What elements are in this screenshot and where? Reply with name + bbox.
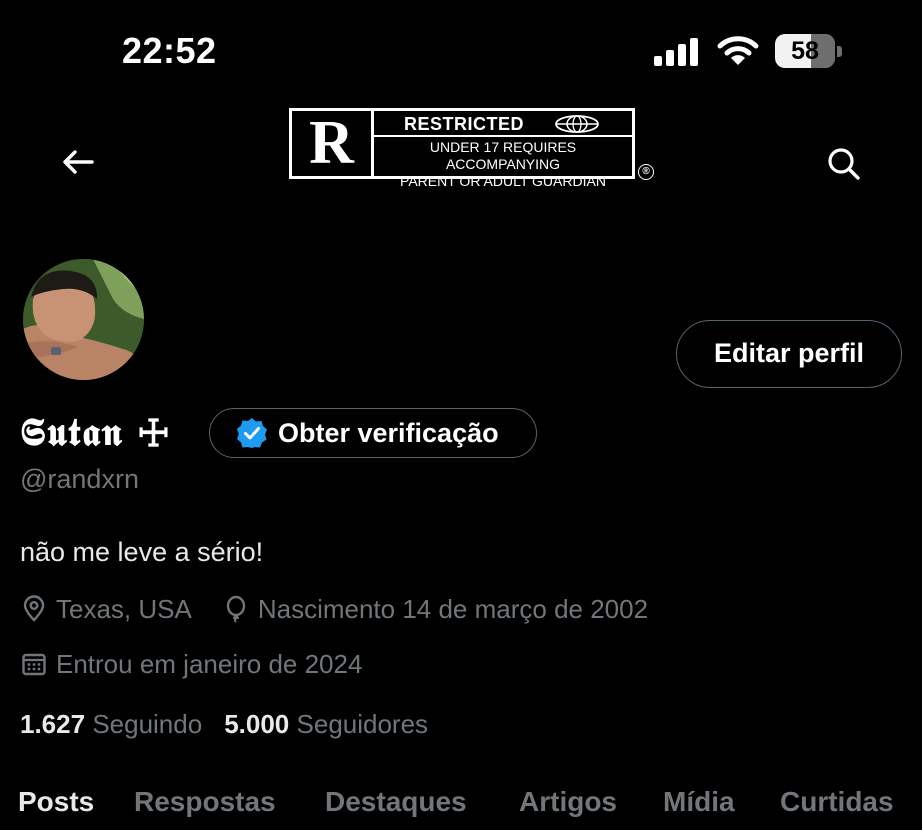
battery-level: 58	[791, 37, 819, 65]
rating-line-2: PARENT OR ADULT GUARDIAN	[400, 173, 606, 189]
signal-bars-icon	[654, 38, 698, 66]
tab-highlights[interactable]: Destaques	[325, 786, 467, 818]
joined-text: Entrou em janeiro de 2024	[56, 648, 363, 679]
rating-letter: R	[292, 111, 374, 176]
followers-link[interactable]: 5.000 Seguidores	[224, 709, 428, 740]
wifi-icon	[717, 36, 759, 65]
registered-mark: ®	[638, 164, 654, 180]
tab-articles[interactable]: Artigos	[519, 786, 617, 818]
joined-date: Entrou em janeiro de 2024	[20, 649, 362, 680]
profile-bio: não me leve a sério!	[20, 537, 264, 567]
profile-meta-row: Texas, USA Nascimento 14 de março de 200…	[20, 591, 678, 627]
verified-badge-icon	[237, 418, 267, 448]
profile-handle: @randxrn	[20, 464, 139, 494]
display-name: 𝕾𝖚𝖙𝖆𝖓 ☩	[20, 409, 171, 454]
follow-stats: 1.627 Seguindo 5.000 Seguidores	[20, 709, 450, 740]
rating-title: RESTRICTED	[404, 114, 525, 134]
followers-label: Seguidores	[296, 709, 429, 739]
balloon-icon	[226, 595, 246, 623]
avatar[interactable]	[20, 256, 147, 383]
tab-posts[interactable]: Posts	[18, 786, 94, 818]
location-pin-icon	[23, 595, 45, 622]
get-verified-label: Obter verificação	[278, 417, 499, 448]
tab-replies[interactable]: Respostas	[134, 786, 276, 818]
location: Texas, USA	[20, 594, 192, 625]
profile-meta-row-2: Entrou em janeiro de 2024	[20, 646, 392, 682]
status-time: 22:52	[122, 30, 217, 71]
battery-icon: 58	[775, 34, 843, 68]
get-verified-button[interactable]: Obter verificação	[209, 408, 537, 458]
following-link[interactable]: 1.627 Seguindo	[20, 709, 202, 740]
location-text: Texas, USA	[56, 593, 192, 624]
back-button[interactable]	[56, 140, 100, 184]
avatar-photo	[23, 259, 144, 380]
birth-date: Nascimento 14 de março de 2002	[222, 594, 648, 625]
search-button[interactable]	[820, 140, 868, 188]
following-label: Seguindo	[92, 709, 203, 739]
globe-seal-icon	[555, 115, 599, 133]
rating-line-1: UNDER 17 REQUIRES ACCOMPANYING	[429, 139, 577, 172]
status-bar: 22:52 58	[0, 0, 922, 100]
tab-likes[interactable]: Curtidas	[780, 786, 894, 818]
profile-header: R RESTRICTED UNDER 17 REQUIRES ACCOMPANY…	[0, 100, 922, 220]
tab-media[interactable]: Mídia	[663, 786, 735, 818]
restricted-rating-banner: R RESTRICTED UNDER 17 REQUIRES ACCOMPANY…	[289, 108, 635, 189]
profile-tabs: Posts Respostas Destaques Artigos Mídia …	[0, 778, 922, 830]
arrow-left-icon	[63, 150, 94, 174]
birth-text: Nascimento 14 de março de 2002	[257, 593, 649, 624]
following-count: 1.627	[20, 709, 86, 739]
edit-profile-button[interactable]: Editar perfil	[676, 320, 902, 388]
calendar-icon	[22, 653, 46, 676]
followers-count: 5.000	[224, 709, 290, 739]
search-icon	[828, 148, 860, 180]
